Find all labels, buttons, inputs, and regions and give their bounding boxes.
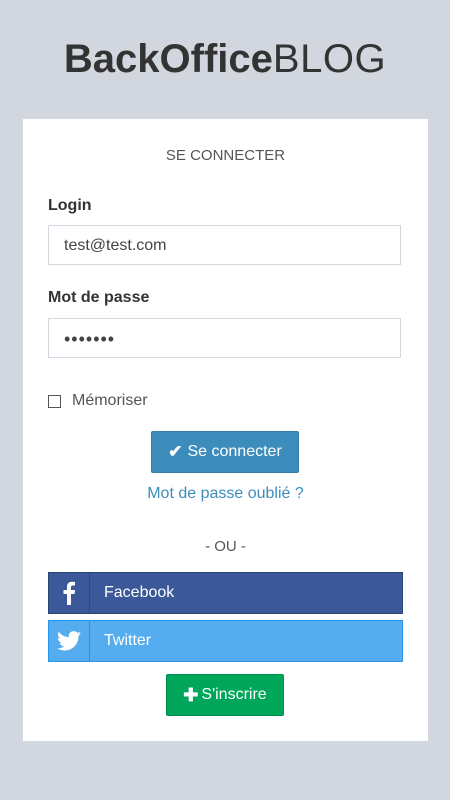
- logo-bold-text: BackOffice: [63, 37, 273, 81]
- plus-icon: ✚: [183, 684, 199, 705]
- remember-checkbox[interactable]: [48, 394, 61, 408]
- forgot-password-link[interactable]: Mot de passe oublié ?: [23, 485, 428, 503]
- remember-label: Mémoriser: [72, 392, 148, 409]
- login-box-title: SE CONNECTER: [165, 147, 286, 164]
- facebook-icon: [49, 573, 90, 613]
- facebook-login-button[interactable]: Facebook: [48, 572, 403, 614]
- app-logo: BackOfficeBLOG: [0, 34, 450, 84]
- twitter-label: Twitter: [104, 632, 152, 649]
- login-input[interactable]: test@test.com: [48, 225, 401, 265]
- facebook-label: Facebook: [104, 584, 175, 601]
- password-input[interactable]: •••••••: [48, 318, 401, 358]
- login-label: Login: [48, 197, 92, 214]
- register-button[interactable]: ✚ S'inscrire: [166, 674, 284, 716]
- twitter-login-button[interactable]: Twitter: [48, 620, 403, 662]
- remember-me[interactable]: Mémoriser: [48, 392, 148, 410]
- login-box: SE CONNECTER Login test@test.com Mot de …: [23, 119, 428, 741]
- check-icon: ✔: [168, 442, 183, 461]
- twitter-icon: [49, 621, 90, 661]
- logo-light-text: BLOG: [272, 37, 387, 81]
- sign-in-button-label: Se connecter: [187, 443, 282, 460]
- or-separator: - OU -: [205, 538, 246, 555]
- password-label: Mot de passe: [48, 289, 150, 306]
- sign-in-button[interactable]: ✔ Se connecter: [151, 431, 299, 473]
- register-button-label: S'inscrire: [201, 686, 267, 703]
